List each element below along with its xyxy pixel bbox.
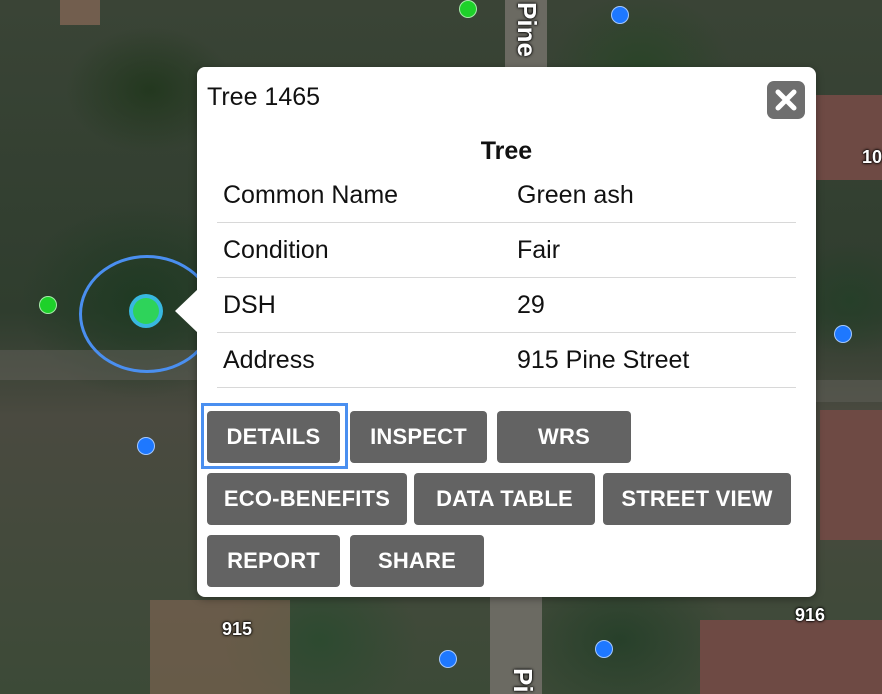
- house-roof: [820, 410, 882, 540]
- tree-point[interactable]: [459, 0, 477, 18]
- house-roof: [700, 620, 882, 694]
- layer-title: Tree: [480, 137, 533, 165]
- house-roof: [150, 600, 290, 694]
- table-row: DSH 29: [217, 277, 796, 333]
- tree-point[interactable]: [611, 6, 629, 24]
- tree-point[interactable]: [595, 640, 613, 658]
- house-roof: [60, 0, 100, 25]
- address-label-10: 10: [862, 147, 882, 167]
- road-label-pine: Pine: [512, 2, 542, 57]
- tree-point[interactable]: [39, 296, 57, 314]
- tree-point[interactable]: [834, 325, 852, 343]
- address-label-916: 916: [795, 605, 826, 625]
- attribute-label: DSH: [217, 277, 511, 333]
- details-button[interactable]: DETAILS: [207, 411, 340, 463]
- attribute-label: Condition: [217, 222, 511, 278]
- report-button[interactable]: REPORT: [207, 535, 340, 587]
- wrs-button[interactable]: WRS: [497, 411, 631, 463]
- share-button[interactable]: SHARE: [350, 535, 484, 587]
- attribute-label: Common Name: [217, 168, 511, 223]
- popup-pointer: [175, 289, 198, 333]
- inspect-button[interactable]: INSPECT: [350, 411, 487, 463]
- tree-popup: Tree 1465 Tree Common Name Green ash Con…: [175, 67, 816, 597]
- attribute-value: Green ash: [511, 168, 796, 223]
- attribute-value: 29: [511, 277, 796, 333]
- tree-point[interactable]: [137, 437, 155, 455]
- eco-benefits-button[interactable]: ECO-BENEFITS: [207, 473, 407, 525]
- popup-title: Tree 1465: [207, 83, 321, 111]
- alley-east: [816, 380, 882, 402]
- address-label-915: 915: [222, 619, 253, 639]
- street-view-button[interactable]: STREET VIEW: [603, 473, 791, 525]
- table-row: Common Name Green ash: [217, 168, 796, 223]
- attribute-value: 915 Pine Street: [511, 332, 796, 388]
- table-row: Condition Fair: [217, 222, 796, 278]
- attribute-table: Common Name Green ash Condition Fair DSH…: [217, 168, 796, 388]
- selected-tree-point[interactable]: [133, 298, 159, 324]
- table-row: Address 915 Pine Street: [217, 332, 796, 388]
- attribute-value: Fair: [511, 222, 796, 278]
- attribute-label: Address: [217, 332, 511, 388]
- data-table-button[interactable]: DATA TABLE: [414, 473, 595, 525]
- close-button[interactable]: [767, 81, 805, 119]
- tree-point[interactable]: [439, 650, 457, 668]
- close-icon: [775, 89, 797, 111]
- road-label-pine-south: Pi: [508, 668, 538, 693]
